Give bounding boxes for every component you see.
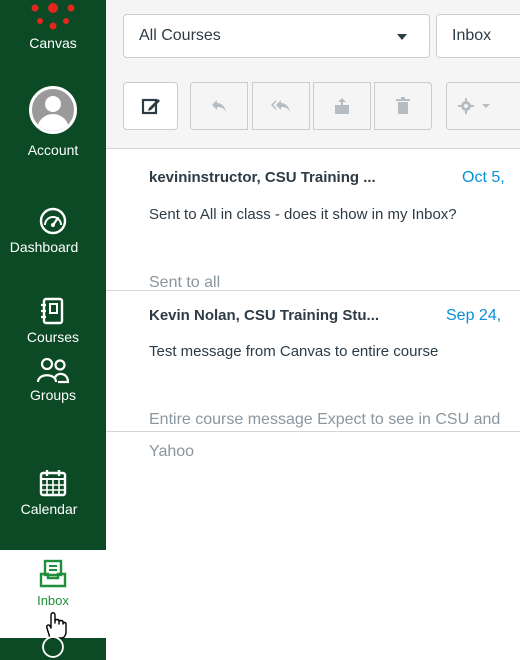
dashboard-gauge-icon bbox=[39, 207, 67, 235]
nav-label-inbox: Inbox bbox=[37, 593, 69, 608]
trash-icon bbox=[396, 97, 410, 114]
help-circle-icon bbox=[42, 636, 64, 658]
message-list-item[interactable]: Kevin Nolan, CSU Training Stu... Sep 24,… bbox=[106, 291, 520, 460]
nav-label-dashboard: Dashboard bbox=[9, 239, 79, 255]
message-subject: Test message from Canvas to entire cours… bbox=[149, 343, 439, 360]
nav-label-calendar: Calendar bbox=[20, 501, 78, 517]
nav-label-groups: Groups bbox=[30, 387, 76, 403]
calendar-icon bbox=[39, 470, 67, 497]
delete-button[interactable] bbox=[374, 82, 432, 130]
reply-button[interactable] bbox=[190, 82, 248, 130]
chevron-down-icon bbox=[482, 104, 490, 108]
message-sender: kevininstructor, CSU Training ... bbox=[149, 169, 376, 186]
mailbox-filter-select[interactable]: Inbox bbox=[436, 14, 520, 58]
global-nav: Canvas Account Dashboard Courses Groups … bbox=[0, 0, 106, 660]
chevron-down-icon bbox=[397, 34, 407, 40]
message-date: Sep 24, bbox=[446, 307, 502, 324]
canvas-logo-icon bbox=[31, 3, 75, 30]
reply-all-icon bbox=[271, 100, 290, 112]
message-list-item[interactable]: kevininstructor, CSU Training ... Oct 5,… bbox=[106, 150, 520, 291]
nav-label-canvas: Canvas bbox=[29, 35, 77, 51]
inbox-tray-icon bbox=[39, 559, 67, 588]
reply-all-button[interactable] bbox=[252, 82, 310, 130]
message-subject: Sent to All in class - does it show in m… bbox=[149, 206, 457, 223]
inbox-panel: All Courses Inbox kevininstructor, CSU T… bbox=[106, 0, 520, 660]
course-filter-value: All Courses bbox=[139, 27, 221, 44]
compose-icon bbox=[141, 98, 160, 115]
mailbox-filter-value: Inbox bbox=[452, 27, 492, 44]
groups-people-icon bbox=[36, 357, 70, 384]
nav-item-canvas[interactable]: Canvas bbox=[0, 0, 106, 76]
nav-label-account: Account bbox=[27, 142, 79, 158]
nav-item-dashboard[interactable]: Dashboard bbox=[0, 206, 106, 276]
nav-item-groups[interactable]: Groups bbox=[0, 356, 106, 422]
courses-book-icon bbox=[41, 297, 64, 325]
archive-button[interactable] bbox=[313, 82, 371, 130]
course-filter-select[interactable]: All Courses bbox=[123, 14, 430, 58]
inbox-toolbar: All Courses Inbox bbox=[106, 0, 520, 149]
message-sender: Kevin Nolan, CSU Training Stu... bbox=[149, 307, 380, 324]
nav-item-help[interactable] bbox=[0, 630, 106, 660]
reply-icon bbox=[212, 100, 226, 112]
nav-label-courses: Courses bbox=[26, 329, 80, 345]
avatar-icon bbox=[29, 86, 77, 134]
message-preview: Entire course message Expect to see in C… bbox=[149, 411, 501, 460]
archive-icon bbox=[335, 98, 349, 114]
nav-item-calendar[interactable]: Calendar bbox=[0, 468, 106, 534]
nav-item-inbox[interactable]: Inbox bbox=[0, 550, 106, 639]
gear-icon bbox=[458, 98, 474, 114]
compose-button[interactable] bbox=[123, 82, 178, 130]
settings-button[interactable] bbox=[446, 82, 520, 130]
message-date: Oct 5, bbox=[462, 169, 505, 186]
nav-item-account[interactable]: Account bbox=[0, 86, 106, 176]
